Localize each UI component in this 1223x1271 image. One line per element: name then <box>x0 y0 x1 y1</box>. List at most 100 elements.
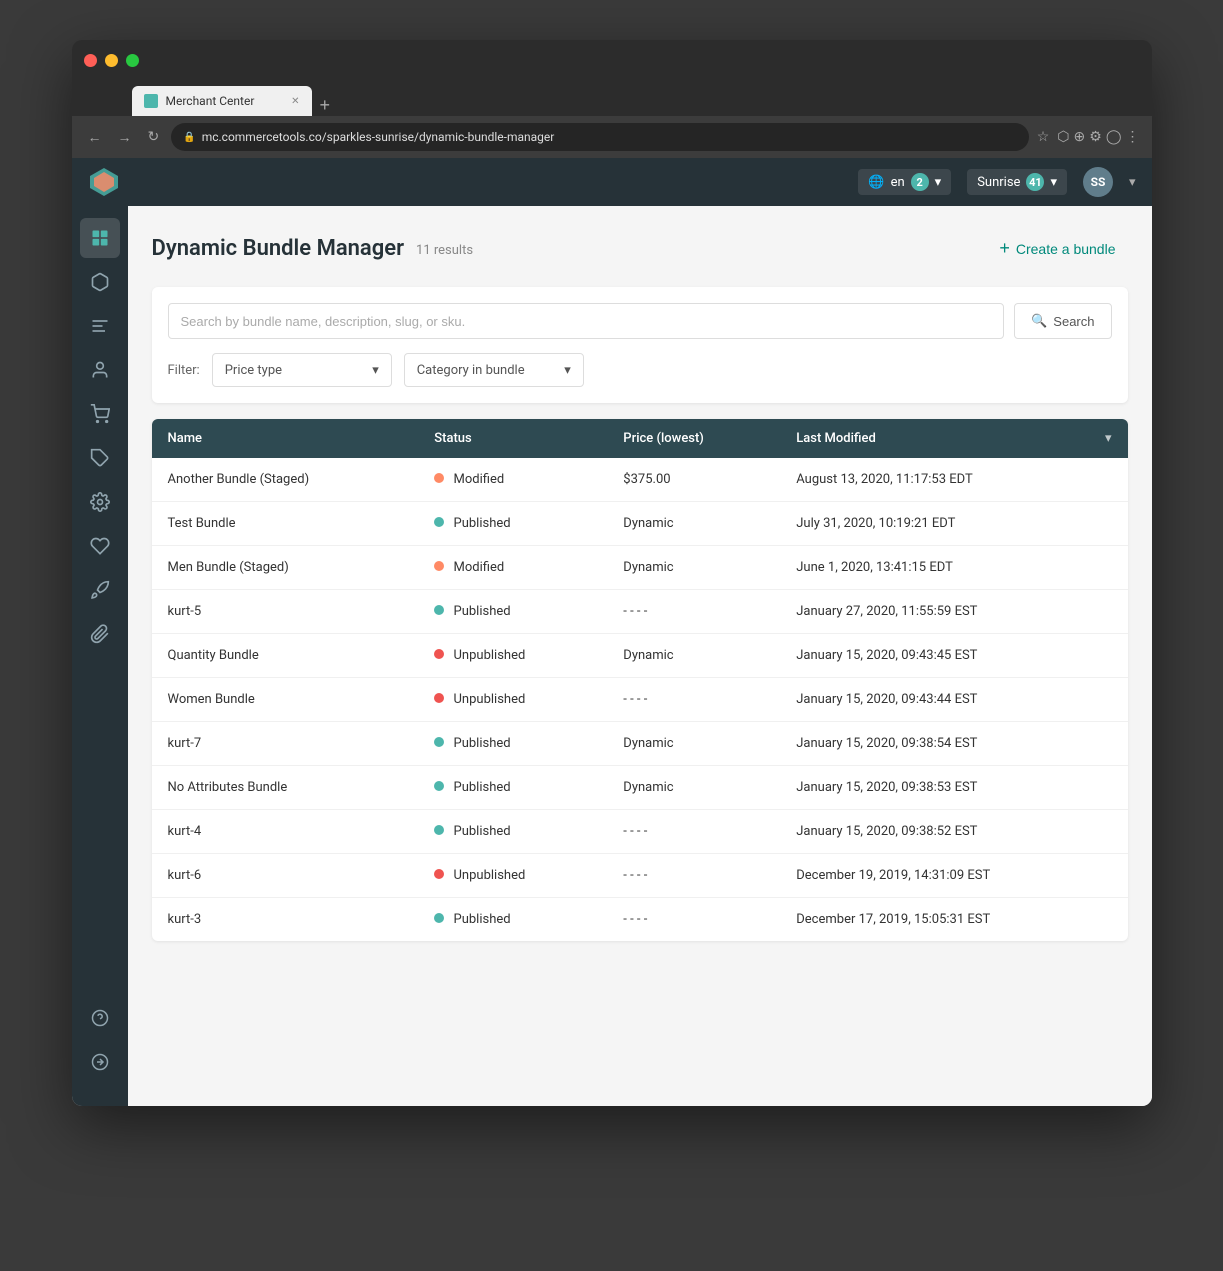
sidebar-item-orders[interactable] <box>80 394 120 434</box>
cell-name: No Attributes Bundle <box>152 766 419 810</box>
status-dot <box>434 781 444 791</box>
status-dot <box>434 473 444 483</box>
col-header-status[interactable]: Status <box>418 419 607 458</box>
col-header-last-modified[interactable]: Last Modified ▾ <box>780 419 1127 458</box>
cell-status: Unpublished <box>418 634 607 678</box>
status-dot <box>434 561 444 571</box>
category-chevron-icon: ▾ <box>564 363 571 378</box>
browser-tab[interactable]: Merchant Center ✕ <box>132 86 312 116</box>
cell-status: Unpublished <box>418 854 607 898</box>
cell-last-modified: December 19, 2019, 14:31:09 EST <box>780 854 1127 898</box>
search-row: 🔍 Search <box>168 303 1112 339</box>
tab-favicon <box>144 94 158 108</box>
bookmark-icon[interactable]: ☆ <box>1037 129 1050 145</box>
traffic-light-green[interactable] <box>126 54 139 67</box>
cell-price: - - - - <box>607 590 780 634</box>
search-input-wrap[interactable] <box>168 303 1005 339</box>
sidebar-item-customers[interactable] <box>80 350 120 390</box>
status-dot <box>434 693 444 703</box>
ext-icon-1[interactable]: ⬡ <box>1057 129 1069 145</box>
sidebar-item-categories[interactable] <box>80 306 120 346</box>
price-type-chevron-icon: ▾ <box>372 363 379 378</box>
menu-icon[interactable]: ⋮ <box>1126 129 1140 145</box>
table-row[interactable]: kurt-3 Published - - - - December 17, 20… <box>152 898 1128 942</box>
table-row[interactable]: kurt-5 Published - - - - January 27, 202… <box>152 590 1128 634</box>
cell-price: Dynamic <box>607 546 780 590</box>
app-topbar: 🌐 en 2 ▾ Sunrise 41 ▾ SS ▾ <box>72 158 1152 206</box>
price-type-filter[interactable]: Price type ▾ <box>212 353 392 387</box>
cell-last-modified: January 27, 2020, 11:55:59 EST <box>780 590 1127 634</box>
sidebar-item-deploy[interactable] <box>80 570 120 610</box>
col-header-price[interactable]: Price (lowest) <box>607 419 780 458</box>
table-row[interactable]: kurt-4 Published - - - - January 15, 202… <box>152 810 1128 854</box>
sidebar-item-settings[interactable] <box>80 482 120 522</box>
tab-close-button[interactable]: ✕ <box>291 96 299 107</box>
filter-row: Filter: Price type ▾ Category in bundle … <box>168 353 1112 387</box>
sidebar-item-wishlist[interactable] <box>80 526 120 566</box>
table-row[interactable]: kurt-6 Unpublished - - - - December 19, … <box>152 854 1128 898</box>
reload-button[interactable]: ↻ <box>144 125 164 149</box>
sidebar-item-products[interactable] <box>80 262 120 302</box>
address-bar[interactable]: 🔒 mc.commercetools.co/sparkles-sunrise/d… <box>171 123 1029 151</box>
sidebar-item-promotions[interactable] <box>80 438 120 478</box>
sort-desc-icon: ▾ <box>1105 431 1112 446</box>
sidebar-item-attachments[interactable] <box>80 614 120 654</box>
table-row[interactable]: Another Bundle (Staged) Modified $375.00… <box>152 458 1128 502</box>
status-label: Unpublished <box>454 648 526 663</box>
table-row[interactable]: Test Bundle Published Dynamic July 31, 2… <box>152 502 1128 546</box>
create-bundle-label: Create a bundle <box>1016 241 1116 257</box>
sidebar-item-dashboard[interactable] <box>80 218 120 258</box>
cell-status: Published <box>418 502 607 546</box>
new-tab-button[interactable]: + <box>312 95 339 116</box>
category-filter[interactable]: Category in bundle ▾ <box>404 353 584 387</box>
cell-name: Test Bundle <box>152 502 419 546</box>
user-menu-chevron[interactable]: ▾ <box>1129 175 1136 190</box>
table-row[interactable]: Women Bundle Unpublished - - - - January… <box>152 678 1128 722</box>
cell-name: Men Bundle (Staged) <box>152 546 419 590</box>
app-logo <box>88 166 120 198</box>
table-row[interactable]: No Attributes Bundle Published Dynamic J… <box>152 766 1128 810</box>
ext-icon-2[interactable]: ⊕ <box>1074 129 1086 145</box>
category-label: Category in bundle <box>417 363 525 378</box>
lang-selector[interactable]: 🌐 en 2 ▾ <box>858 169 951 195</box>
col-header-name[interactable]: Name <box>152 419 419 458</box>
bundles-table: Name Status Price (lowest) Last Modified… <box>152 419 1128 941</box>
globe-icon: 🌐 <box>868 175 884 190</box>
cell-price: - - - - <box>607 854 780 898</box>
cell-name: kurt-6 <box>152 854 419 898</box>
cell-name: kurt-7 <box>152 722 419 766</box>
cell-last-modified: January 15, 2020, 09:43:45 EST <box>780 634 1127 678</box>
back-button[interactable]: ← <box>84 125 106 150</box>
traffic-light-yellow[interactable] <box>105 54 118 67</box>
search-input[interactable] <box>181 314 992 329</box>
sidebar-item-forward[interactable] <box>80 1042 120 1082</box>
cell-status: Published <box>418 590 607 634</box>
tab-title: Merchant Center <box>166 94 284 108</box>
cell-status: Published <box>418 810 607 854</box>
status-dot <box>434 517 444 527</box>
profile-icon[interactable]: ◯ <box>1106 129 1122 145</box>
table-row[interactable]: Quantity Bundle Unpublished Dynamic Janu… <box>152 634 1128 678</box>
url-text: mc.commercetools.co/sparkles-sunrise/dyn… <box>202 130 555 144</box>
search-button[interactable]: 🔍 Search <box>1014 303 1111 339</box>
project-badge: 41 <box>1026 173 1044 191</box>
traffic-light-red[interactable] <box>84 54 97 67</box>
page-title: Dynamic Bundle Manager <box>152 236 405 261</box>
create-bundle-button[interactable]: + Create a bundle <box>987 230 1127 267</box>
table-row[interactable]: kurt-7 Published Dynamic January 15, 202… <box>152 722 1128 766</box>
status-label: Published <box>454 912 511 927</box>
status-dot <box>434 605 444 615</box>
status-label: Unpublished <box>454 868 526 883</box>
sidebar-item-help[interactable] <box>80 998 120 1038</box>
cell-price: Dynamic <box>607 766 780 810</box>
cell-price: - - - - <box>607 810 780 854</box>
status-label: Published <box>454 516 511 531</box>
user-avatar[interactable]: SS <box>1083 167 1113 197</box>
ext-icon-3[interactable]: ⚙ <box>1089 129 1102 145</box>
search-button-label: Search <box>1053 314 1094 329</box>
forward-button[interactable]: → <box>114 125 136 150</box>
status-dot <box>434 913 444 923</box>
project-selector[interactable]: Sunrise 41 ▾ <box>967 169 1067 195</box>
cell-status: Unpublished <box>418 678 607 722</box>
table-row[interactable]: Men Bundle (Staged) Modified Dynamic Jun… <box>152 546 1128 590</box>
